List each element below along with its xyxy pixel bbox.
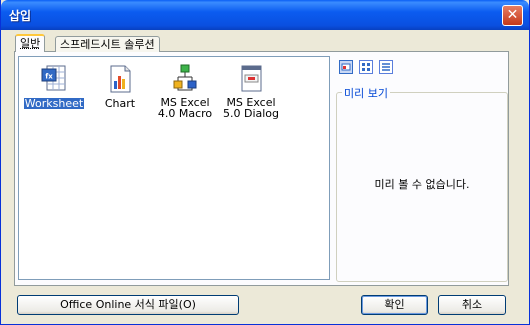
- macro-icon: [169, 63, 201, 95]
- dialog-label-line-2: 5.0 Dialog: [222, 107, 280, 120]
- details-view-icon: [382, 63, 390, 71]
- tab-general-label: 일반: [20, 37, 41, 50]
- dialog-icon: [235, 63, 267, 95]
- worksheet-label-line: Worksheet: [24, 97, 84, 110]
- list-item-chart[interactable]: Chart: [85, 63, 155, 110]
- worksheet-icon: fx: [38, 63, 70, 95]
- large-icons-view-button[interactable]: [339, 60, 353, 74]
- macro-label-line-2: 4.0 Macro: [157, 107, 213, 120]
- preview-legend: 미리 보기: [342, 85, 390, 101]
- dialog-label: MS Excel 5.0 Dialog: [222, 97, 280, 119]
- cancel-button[interactable]: 취소: [438, 295, 506, 315]
- template-list[interactable]: fx Worksheet Chart MS Excel 4.0 Macro MS…: [18, 56, 330, 280]
- tab-general[interactable]: 일반: [15, 34, 46, 52]
- list-view-button[interactable]: [359, 60, 373, 74]
- insert-dialog: 삽입 ✕ 일반 스프레드시트 솔루션 fx Worksheet Chart MS…: [0, 0, 530, 325]
- list-item-excel-5-dialog[interactable]: MS Excel 5.0 Dialog: [216, 63, 286, 120]
- list-item-worksheet[interactable]: fx Worksheet: [19, 63, 89, 110]
- close-icon: ✕: [506, 7, 519, 23]
- chart-label: Chart: [104, 98, 136, 109]
- preview-message: 미리 볼 수 없습니다.: [374, 178, 470, 191]
- macro-label: MS Excel 4.0 Macro: [157, 97, 213, 119]
- ok-button[interactable]: 확인: [361, 295, 428, 315]
- svg-text:fx: fx: [45, 73, 53, 81]
- preview-group: 미리 보기 미리 볼 수 없습니다.: [336, 85, 508, 282]
- chart-icon: [104, 63, 136, 95]
- chart-label-line: Chart: [104, 97, 136, 110]
- close-button[interactable]: ✕: [502, 5, 523, 26]
- window-title: 삽입: [9, 9, 32, 23]
- list-view-icon: [362, 63, 370, 71]
- large-icons-view-icon: [341, 63, 351, 71]
- tab-spreadsheet-solutions-label: 스프레드시트 솔루션: [60, 38, 155, 51]
- office-online-templates-button[interactable]: Office Online 서식 파일(O): [17, 295, 239, 315]
- details-view-button[interactable]: [379, 60, 393, 74]
- list-item-excel-4-macro[interactable]: MS Excel 4.0 Macro: [150, 63, 220, 120]
- tab-spreadsheet-solutions[interactable]: 스프레드시트 솔루션: [55, 36, 160, 52]
- title-bar[interactable]: 삽입 ✕: [1, 0, 529, 30]
- worksheet-label: Worksheet: [23, 97, 85, 110]
